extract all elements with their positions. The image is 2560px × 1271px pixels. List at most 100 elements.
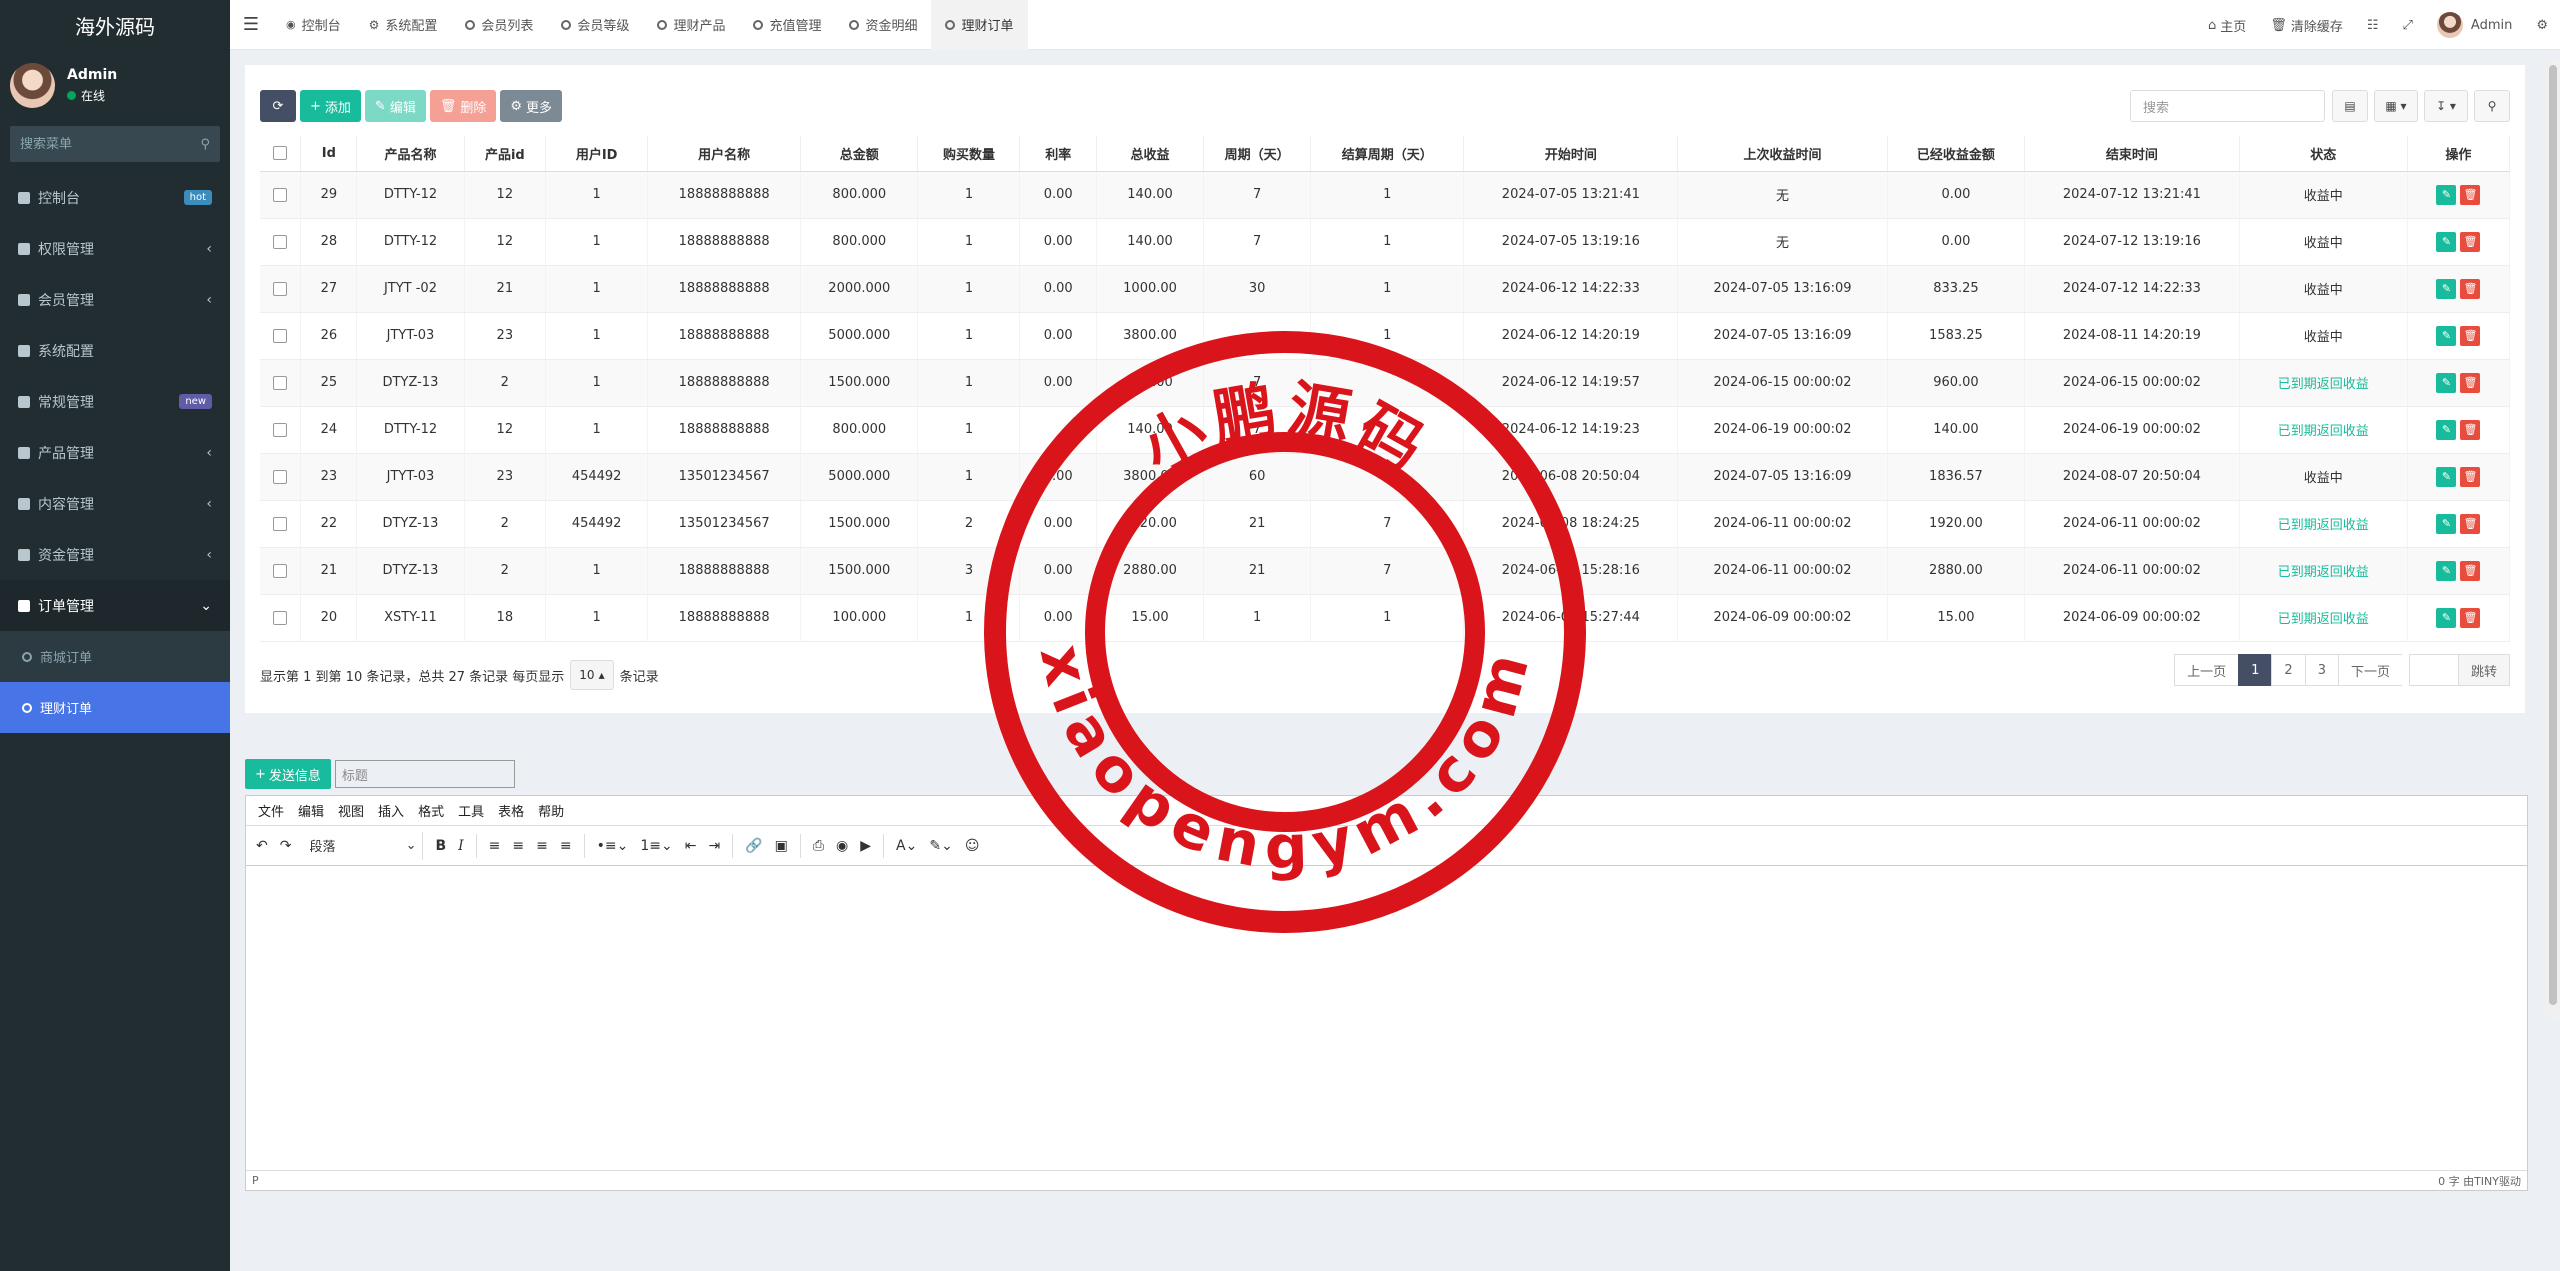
col-quantity[interactable]: 购买数量 [917,136,1021,172]
prev-page-button[interactable]: 上一页 [2174,654,2240,686]
edit-row-icon[interactable]: ✎ [2436,278,2457,299]
page-2-button[interactable]: 2 [2271,654,2306,686]
delete-row-icon[interactable]: 🗑 [2460,372,2481,393]
highlight-icon[interactable]: ✎⌄ [929,838,952,854]
sidebar-subitem-mall-orders[interactable]: 商城订单 [0,631,230,682]
row-checkbox[interactable] [260,453,302,501]
col-user-id[interactable]: 用户ID [545,136,649,172]
tab-member-list[interactable]: 会员列表 [451,0,547,50]
row-checkbox[interactable] [260,359,302,407]
indent-icon[interactable]: ⇥ [708,838,720,854]
link-icon[interactable]: 🔗 [745,838,762,854]
jump-page-input[interactable] [2408,654,2459,686]
sidebar-search[interactable]: ⚲ [10,126,220,162]
col-period[interactable]: 周期（天） [1203,136,1312,172]
delete-row-icon[interactable]: 🗑 [2460,607,2481,628]
edit-row-icon[interactable]: ✎ [2436,372,2457,393]
row-checkbox[interactable] [260,218,302,266]
menu-toggle-icon[interactable]: ☰ [230,14,272,35]
align-left-icon[interactable]: ≡ [489,838,501,854]
edit-row-icon[interactable]: ✎ [2436,419,2457,440]
sidebar-item-funds[interactable]: 资金管理 ‹ [0,529,230,580]
row-checkbox[interactable] [260,594,302,642]
send-message-button[interactable]: + 发送信息 [245,759,331,789]
editor-menu-view[interactable]: 视图 [338,801,364,820]
bullet-list-icon[interactable]: •≡⌄ [597,838,629,854]
row-checkbox[interactable] [260,171,302,219]
title-input[interactable]: 标题 [334,760,515,788]
delete-row-icon[interactable]: 🗑 [2460,278,2481,299]
sidebar-item-members[interactable]: 会员管理 ‹ [0,274,230,325]
jump-button[interactable]: 跳转 [2457,654,2510,686]
delete-row-icon[interactable]: 🗑 [2460,231,2481,252]
fullscreen-icon[interactable]: ⤢ [2391,18,2425,33]
tab-dashboard[interactable]: ◉ 控制台 [272,0,355,50]
editor-menu-tools[interactable]: 工具 [458,801,484,820]
preview-icon[interactable]: ◉ [836,838,848,854]
col-total-income[interactable]: 总收益 [1096,136,1205,172]
sidebar-item-general[interactable]: 常规管理 new [0,376,230,427]
edit-row-icon[interactable]: ✎ [2436,607,2457,628]
delete-row-icon[interactable]: 🗑 [2460,560,2481,581]
sidebar-item-dashboard[interactable]: 控制台 hot [0,172,230,223]
row-checkbox[interactable] [260,547,302,595]
delete-row-icon[interactable]: 🗑 [2460,419,2481,440]
tab-recharge[interactable]: 充值管理 [739,0,835,50]
scrollbar-thumb[interactable] [2549,65,2557,1005]
row-checkbox[interactable] [260,406,302,454]
media-icon[interactable]: ▶ [860,838,871,854]
col-settle-period[interactable]: 结算周期（天） [1310,136,1465,172]
col-product-name[interactable]: 产品名称 [356,136,465,172]
table-row[interactable]: 29 DTTY-12 12 1 18888888888 800.000 1 0.00 140.0… [260,171,2511,219]
italic-icon[interactable]: I [458,838,464,854]
table-search-input[interactable]: 搜索 [2130,90,2325,122]
add-button[interactable]: + 添加 [300,90,361,122]
editor-menu-help[interactable]: 帮助 [538,801,564,820]
col-product-id[interactable]: 产品id [464,136,547,172]
delete-row-icon[interactable]: 🗑 [2460,325,2481,346]
text-color-icon[interactable]: A⌄ [896,838,917,854]
editor-menu-edit[interactable]: 编辑 [298,801,324,820]
editor-menu-table[interactable]: 表格 [498,801,524,820]
edit-row-icon[interactable]: ✎ [2436,325,2457,346]
tab-system-config[interactable]: ⚙ 系统配置 [355,0,452,50]
editor-menu-file[interactable]: 文件 [258,801,284,820]
col-end-time[interactable]: 结束时间 [2024,136,2240,172]
app-logo[interactable]: 海外源码 [0,0,230,50]
settings-gear-icon[interactable]: ⚙ [2524,18,2560,33]
select-all-checkbox[interactable] [260,136,302,172]
search-icon[interactable]: ⚲ [2474,90,2510,122]
more-button[interactable]: ⚙ 更多 [500,90,563,122]
block-format-select[interactable]: 段落 ⌄ [303,831,424,860]
sidebar-search-input[interactable] [20,136,180,152]
col-user-name[interactable]: 用户名称 [647,136,802,172]
columns-icon[interactable]: ▦ ▾ [2374,90,2418,122]
row-checkbox[interactable] [260,312,302,360]
col-start-time[interactable]: 开始时间 [1463,136,1679,172]
editor-menu-insert[interactable]: 插入 [378,801,404,820]
align-right-icon[interactable]: ≡ [536,838,548,854]
page-size-select[interactable]: 10 ▴ [570,660,614,690]
sidebar-item-system-config[interactable]: 系统配置 [0,325,230,376]
sidebar-item-permissions[interactable]: 权限管理 ‹ [0,223,230,274]
row-checkbox[interactable] [260,265,302,313]
edit-row-icon[interactable]: ✎ [2436,231,2457,252]
table-row[interactable]: 28 DTTY-12 12 1 18888888888 800.000 1 0.00 140.0… [260,218,2511,266]
edit-row-icon[interactable]: ✎ [2436,513,2457,534]
col-id[interactable]: Id [300,136,358,172]
edit-row-icon[interactable]: ✎ [2436,560,2457,581]
edit-row-icon[interactable]: ✎ [2436,184,2457,205]
sidebar-item-orders[interactable]: 订单管理 ⌄ [0,580,230,631]
toggle-view-icon[interactable]: ▤ [2332,90,2368,122]
export-icon[interactable]: ↧ ▾ [2424,90,2468,122]
sidebar-item-products[interactable]: 产品管理 ‹ [0,427,230,478]
search-icon[interactable]: ⚲ [200,137,210,152]
redo-icon[interactable]: ↷ [280,838,292,854]
col-earned-amount[interactable]: 已经收益金额 [1887,136,2026,172]
next-page-button[interactable]: 下一页 [2337,654,2403,686]
edit-row-icon[interactable]: ✎ [2436,466,2457,487]
page-1-button[interactable]: 1 [2238,654,2273,686]
refresh-button[interactable]: ⟳ [260,90,296,122]
language-icon[interactable]: ☷ [2355,18,2391,33]
col-status[interactable]: 状态 [2239,136,2408,172]
